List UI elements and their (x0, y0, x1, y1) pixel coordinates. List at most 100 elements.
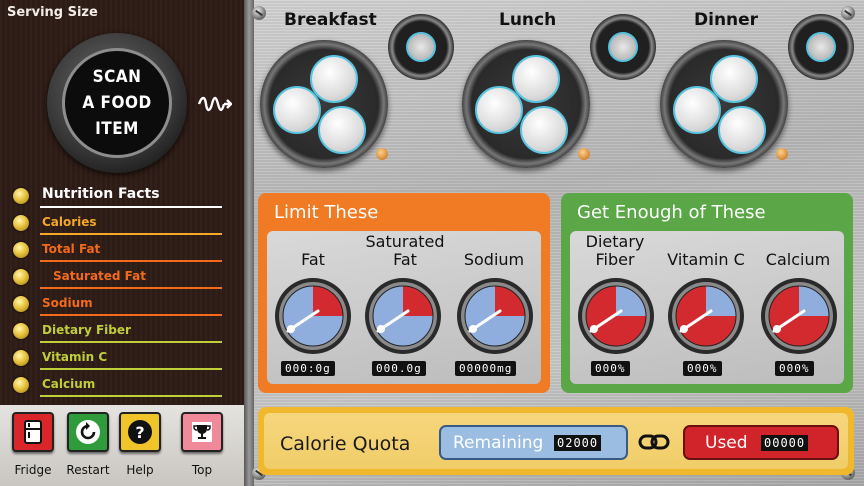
readout-vitamin-c: 000% (683, 361, 722, 376)
remaining-label: Remaining (453, 433, 544, 453)
screw-icon (252, 6, 266, 20)
plate-knob-icon (376, 148, 388, 160)
restart-button[interactable]: Restart (61, 412, 115, 486)
used-label: Used (705, 433, 748, 453)
nutrition-item-label: Calcium (42, 377, 96, 391)
nutrition-item-saturated-fat[interactable]: Saturated Fat (0, 263, 232, 290)
saturated-text: Saturated (365, 232, 445, 251)
glass-icon (406, 32, 436, 62)
meal-label-breakfast: Breakfast (284, 10, 377, 30)
drink-cup-slot[interactable] (590, 14, 656, 80)
nutrition-item-label: Total Fat (42, 242, 101, 256)
nutrition-item-label: Saturated Fat (53, 269, 147, 283)
limit-panel-title: Limit These (274, 202, 379, 223)
top-button[interactable]: Top (175, 412, 229, 486)
meal-plate-breakfast[interactable] (260, 40, 388, 168)
bullet-light-icon (13, 242, 29, 258)
remaining-value: 02000 (554, 435, 602, 451)
nutrition-underline (40, 260, 222, 262)
fridge-label: Fridge (14, 463, 52, 477)
enough-panel-title: Get Enough of These (577, 202, 766, 223)
readout-fat: 000:0g (281, 361, 335, 376)
calorie-quota-inner: Calorie Quota Remaining 02000 Used 00000 (264, 413, 848, 469)
food-bowl-slot[interactable] (318, 106, 366, 154)
scan-line-3: ITEM (95, 119, 139, 139)
nutrient-gauge (275, 278, 351, 354)
glass-icon (806, 32, 836, 62)
nutrition-underline (40, 206, 222, 208)
gauge-label-sodium: Sodium (463, 250, 525, 269)
link-icon (638, 434, 670, 450)
nutrition-underline (40, 233, 222, 235)
plate-knob-icon (776, 148, 788, 160)
food-bowl-slot[interactable] (710, 55, 758, 103)
nutrition-item-dietary-fiber[interactable]: Dietary Fiber (0, 317, 232, 344)
food-bowl-slot[interactable] (512, 55, 560, 103)
restart-label: Restart (66, 463, 110, 477)
food-bowl-slot[interactable] (310, 55, 358, 103)
nutrition-item-nutrition-facts[interactable]: Nutrition Facts (0, 182, 232, 209)
drink-cup-slot[interactable] (388, 14, 454, 80)
screw-icon (841, 6, 855, 20)
nutrition-item-sodium[interactable]: Sodium (0, 290, 232, 317)
scan-line-1: SCAN (92, 67, 142, 87)
nutrient-gauge (365, 278, 441, 354)
food-bowl-slot[interactable] (718, 106, 766, 154)
bullet-light-icon (13, 377, 29, 393)
restart-icon (67, 412, 109, 452)
serving-size-title: Serving Size (7, 5, 98, 20)
bullet-light-icon (13, 215, 29, 231)
nutrition-underline (40, 395, 222, 397)
fat-text: Fat (393, 250, 417, 269)
meal-plate-dinner[interactable] (660, 40, 788, 168)
signal-wave-icon (198, 96, 232, 112)
readout-sodium: 00000mg (455, 361, 517, 376)
nutrition-underline (40, 341, 222, 343)
used-box: Used 00000 (683, 425, 839, 460)
nutrient-gauge (761, 278, 837, 354)
readout-saturated-fat: 000.0g (372, 361, 426, 376)
nutrition-item-total-fat[interactable]: Total Fat (0, 236, 232, 263)
nutrition-item-label: Dietary Fiber (42, 323, 131, 337)
calorie-quota-title: Calorie Quota (280, 433, 411, 455)
bullet-light-icon (13, 296, 29, 312)
food-bowl-slot[interactable] (273, 86, 321, 134)
scan-food-button[interactable]: SCAN A FOOD ITEM (62, 48, 172, 158)
bullet-light-icon (13, 269, 29, 285)
nutrition-item-label: Vitamin C (42, 350, 108, 364)
nutrient-gauge (578, 278, 654, 354)
help-button[interactable]: ? Help (113, 412, 167, 486)
bullet-light-icon (13, 188, 29, 204)
nutrition-item-label: Calories (42, 215, 97, 229)
help-icon: ? (119, 412, 161, 452)
nutrition-underline (40, 287, 222, 289)
food-bowl-slot[interactable] (475, 86, 523, 134)
readout-dietary-fiber: 000% (591, 361, 630, 376)
remaining-box: Remaining 02000 (439, 425, 628, 460)
food-bowl-slot[interactable] (520, 106, 568, 154)
nutrition-underline (40, 368, 222, 370)
drink-cup-slot[interactable] (788, 14, 854, 80)
gauge-label-fat: Fat (301, 250, 325, 269)
nutrition-item-calories[interactable]: Calories (0, 209, 232, 236)
nutrition-underline (40, 314, 222, 316)
bullet-light-icon (13, 350, 29, 366)
food-bowl-slot[interactable] (673, 86, 721, 134)
bottom-toolbar: Fridge Restart ? Help Top (0, 405, 244, 486)
meal-plate-lunch[interactable] (462, 40, 590, 168)
gauge-label-dietary-fiber: Dietary Fiber (565, 233, 665, 269)
fridge-button[interactable]: Fridge (6, 412, 60, 486)
calorie-quota-bar: Calorie Quota Remaining 02000 Used 00000 (258, 407, 854, 475)
glass-icon (608, 32, 638, 62)
bullet-light-icon (13, 323, 29, 339)
fridge-icon (12, 412, 54, 452)
nutrition-item-label: Sodium (42, 296, 93, 310)
plate-knob-icon (578, 148, 590, 160)
nutrition-item-calcium[interactable]: Calcium (0, 371, 232, 398)
scan-line-2: A FOOD (82, 93, 152, 113)
trophy-icon (181, 412, 223, 452)
svg-text:?: ? (135, 423, 144, 442)
nutrition-item-vitamin-c[interactable]: Vitamin C (0, 344, 232, 371)
frame-edge (244, 0, 254, 486)
meal-label-dinner: Dinner (694, 10, 759, 30)
